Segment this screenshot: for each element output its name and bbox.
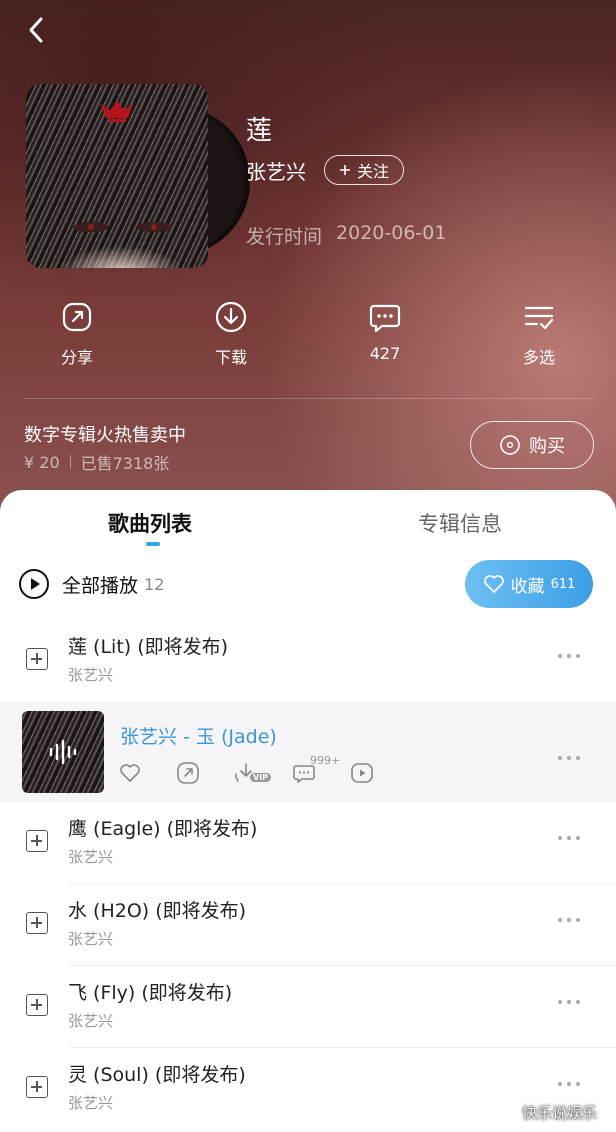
action-bar: 分享 下载 427 多选 (0, 300, 616, 368)
play-all-button[interactable]: 全部播放 12 (18, 568, 164, 600)
like-button[interactable] (118, 760, 176, 786)
comment-badge: 999+ (310, 754, 341, 767)
song-title: 张艺兴 - 玉 (Jade) (120, 726, 277, 748)
album-cover-group (26, 84, 250, 268)
song-artist: 张艺兴 (68, 1094, 114, 1112)
divider (24, 398, 594, 399)
add-to-playlist-icon[interactable] (26, 830, 48, 852)
play-circle-icon (19, 569, 49, 599)
add-to-playlist-icon[interactable] (26, 648, 48, 670)
comment-count: 427 (369, 344, 401, 363)
share-button[interactable] (176, 760, 234, 786)
album-cover[interactable] (26, 84, 208, 268)
collect-button[interactable]: 收藏 611 (465, 560, 593, 608)
song-title: 鹰 (Eagle) (即将发布) (68, 818, 258, 840)
follow-label: 关注 (357, 162, 390, 181)
share-icon (62, 302, 92, 332)
song-artist: 张艺兴 (68, 1012, 114, 1030)
multiselect-label: 多选 (522, 348, 555, 367)
comment-icon (369, 304, 401, 333)
tab-indicator (146, 542, 160, 546)
download-icon (215, 301, 247, 333)
song-artist: 张艺兴 (68, 930, 114, 948)
song-tools: VIP 999+ (118, 754, 408, 786)
watermark: 快乐说娱乐 (522, 1104, 598, 1122)
multiselect-icon (524, 306, 554, 330)
song-thumbnail (22, 711, 104, 793)
song-title: 水 (H2O) (即将发布) (68, 900, 247, 922)
add-to-playlist-icon[interactable] (26, 1076, 48, 1098)
vip-badge: VIP (250, 773, 272, 782)
plus-icon (340, 165, 350, 175)
back-button[interactable] (18, 12, 54, 48)
more-icon[interactable] (558, 836, 586, 844)
comment-button[interactable]: 427 (308, 300, 462, 368)
tab-song-list[interactable]: 歌曲列表 (108, 508, 192, 538)
more-icon[interactable] (558, 1082, 586, 1090)
sold-count: 已售7318张 (80, 454, 170, 473)
song-row[interactable]: 莲 (Lit) (即将发布) 张艺兴 (0, 620, 616, 702)
song-title: 飞 (Fly) (即将发布) (68, 982, 233, 1004)
tab-album-info[interactable]: 专辑信息 (418, 508, 502, 538)
comment-button[interactable]: 999+ (292, 754, 350, 786)
play-all-label: 全部播放 (62, 574, 139, 597)
crest-icon (101, 101, 133, 122)
album-title: 莲 (246, 116, 273, 146)
song-title: 灵 (Soul) (即将发布) (68, 1064, 246, 1086)
song-count: 12 (144, 574, 165, 594)
promo-subtitle: ¥ 20 已售7318张 (24, 450, 169, 474)
play-square-icon (351, 763, 373, 783)
song-row[interactable]: 水 (H2O) (即将发布) 张艺兴 (0, 884, 616, 966)
download-label: 下载 (214, 348, 247, 367)
album-header: 莲 张艺兴 关注 发行时间 2020-06-01 分享 下载 427 多选 数字… (0, 0, 616, 540)
release-info: 发行时间 2020-06-01 (246, 222, 446, 249)
song-row[interactable]: 鹰 (Eagle) (即将发布) 张艺兴 (0, 802, 616, 884)
download-button[interactable]: 下载 (154, 300, 308, 368)
promo-separator (69, 455, 71, 469)
more-icon[interactable] (558, 918, 586, 926)
play-video-button[interactable] (350, 760, 408, 786)
multiselect-button[interactable]: 多选 (462, 300, 616, 368)
artist-name[interactable]: 张艺兴 (246, 156, 306, 185)
release-date: 2020-06-01 (336, 222, 447, 244)
share-button[interactable]: 分享 (0, 300, 154, 368)
disc-icon (500, 435, 520, 455)
song-row[interactable]: 飞 (Fly) (即将发布) 张艺兴 (0, 966, 616, 1048)
add-to-playlist-icon[interactable] (26, 912, 48, 934)
song-title: 莲 (Lit) (即将发布) (68, 636, 229, 658)
more-icon[interactable] (558, 654, 586, 662)
collect-label: 收藏 (510, 576, 545, 597)
collect-count: 611 (550, 576, 576, 592)
more-icon[interactable] (558, 1000, 586, 1008)
heart-icon (483, 575, 504, 593)
sound-wave-icon (49, 739, 77, 765)
artist-row: 张艺兴 关注 (246, 155, 405, 185)
add-to-playlist-icon[interactable] (26, 994, 48, 1016)
cover-eyes (73, 222, 172, 232)
price: ¥ 20 (24, 452, 60, 472)
buy-label: 购买 (529, 436, 565, 457)
song-artist: 张艺兴 (68, 848, 114, 866)
buy-button[interactable]: 购买 (470, 421, 594, 469)
chevron-left-icon (29, 17, 43, 43)
song-sheet: 歌曲列表 专辑信息 全部播放 12 收藏 611 莲 (Lit) (即将发布) … (0, 490, 616, 1132)
follow-button[interactable]: 关注 (324, 155, 405, 185)
song-row-playing[interactable]: 张艺兴 - 玉 (Jade) VIP 999+ (0, 702, 616, 802)
download-vip-button[interactable]: VIP (234, 760, 292, 786)
more-icon[interactable] (558, 756, 586, 764)
share-label: 分享 (60, 348, 93, 367)
release-label: 发行时间 (246, 226, 323, 248)
heart-icon (120, 764, 140, 782)
promo-title: 数字专辑火热售卖中 (24, 425, 186, 446)
share-icon (177, 762, 199, 784)
song-artist: 张艺兴 (68, 666, 114, 684)
